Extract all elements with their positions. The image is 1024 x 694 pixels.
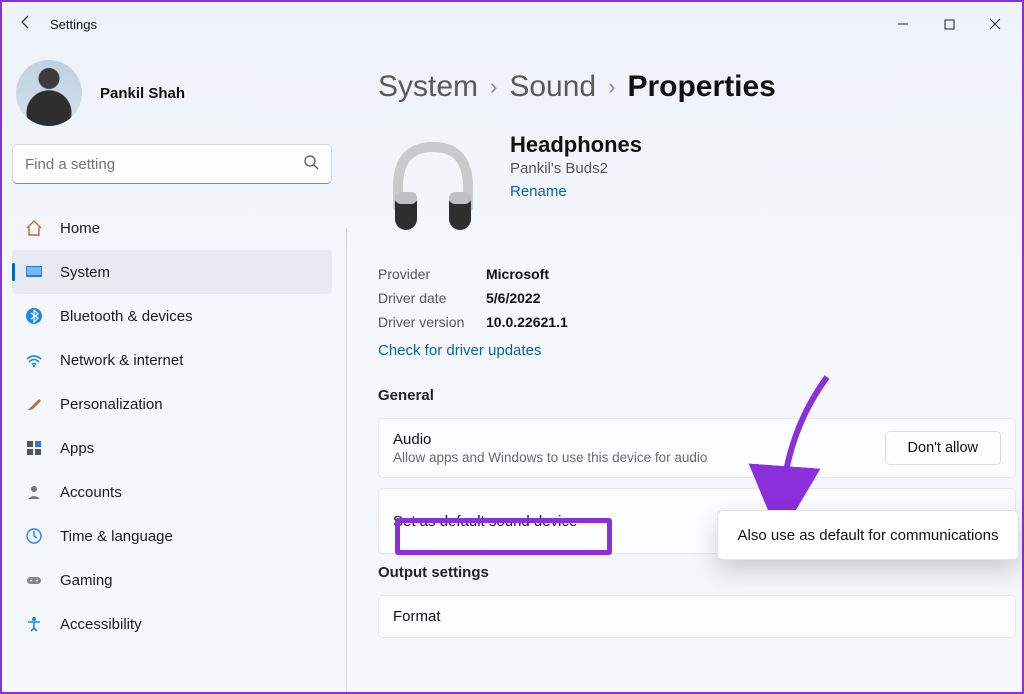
dont-allow-button[interactable]: Don't allow: [885, 431, 1001, 465]
accessibility-icon: [24, 614, 44, 634]
home-icon: [24, 218, 44, 238]
main-content: System › Sound › Properties Headphones P…: [342, 46, 1022, 692]
close-button[interactable]: [972, 4, 1018, 44]
chevron-right-icon: ›: [608, 74, 615, 100]
audio-card: Audio Allow apps and Windows to use this…: [378, 418, 1016, 478]
breadcrumb-properties: Properties: [627, 70, 775, 104]
search-input[interactable]: [25, 156, 303, 173]
default-communications-option[interactable]: Also use as default for communications: [717, 510, 1019, 560]
flyout-text: Also use as default for communications: [738, 527, 999, 544]
sidebar-item-network[interactable]: Network & internet: [12, 338, 332, 382]
driver-version-label: Driver version: [378, 311, 486, 335]
bluetooth-icon: [24, 306, 44, 326]
breadcrumb: System › Sound › Properties: [378, 70, 1016, 104]
avatar: [16, 60, 82, 126]
titlebar: Settings: [2, 2, 1022, 46]
system-icon: [24, 262, 44, 282]
provider-value: Microsoft: [486, 263, 549, 287]
nav: Home System Bluetooth & devices Network …: [12, 206, 332, 646]
default-device-title: Set as default sound device: [393, 513, 577, 530]
search-box[interactable]: [12, 144, 332, 184]
sidebar-item-time-language[interactable]: Time & language: [12, 514, 332, 558]
audio-subtitle: Allow apps and Windows to use this devic…: [393, 450, 707, 465]
sidebar-item-apps[interactable]: Apps: [12, 426, 332, 470]
sidebar-item-bluetooth[interactable]: Bluetooth & devices: [12, 294, 332, 338]
window-controls: [880, 4, 1018, 44]
sidebar-item-label: Time & language: [60, 528, 173, 545]
breadcrumb-sound[interactable]: Sound: [509, 70, 596, 104]
user-name: Pankil Shah: [100, 85, 185, 102]
sidebar-item-accounts[interactable]: Accounts: [12, 470, 332, 514]
accounts-icon: [24, 482, 44, 502]
section-general: General: [378, 387, 1016, 404]
sidebar-item-label: Network & internet: [60, 352, 183, 369]
user-profile[interactable]: Pankil Shah: [12, 60, 332, 144]
audio-title: Audio: [393, 431, 707, 448]
rename-link[interactable]: Rename: [510, 183, 567, 200]
back-button[interactable]: [6, 14, 46, 35]
breadcrumb-system[interactable]: System: [378, 70, 478, 104]
device-subtitle: Pankil's Buds2: [510, 160, 642, 177]
sidebar-item-gaming[interactable]: Gaming: [12, 558, 332, 602]
device-meta: ProviderMicrosoft Driver date5/6/2022 Dr…: [378, 263, 1016, 334]
gamepad-icon: [24, 570, 44, 590]
sidebar-item-label: Personalization: [60, 396, 163, 413]
maximize-button[interactable]: [926, 4, 972, 44]
provider-label: Provider: [378, 263, 486, 287]
section-output: Output settings: [378, 564, 1016, 581]
sidebar-item-label: System: [60, 264, 110, 281]
driver-version-value: 10.0.22621.1: [486, 311, 568, 335]
sidebar-item-personalization[interactable]: Personalization: [12, 382, 332, 426]
sidebar-item-label: Bluetooth & devices: [60, 308, 193, 325]
sidebar-item-label: Home: [60, 220, 100, 237]
apps-icon: [24, 438, 44, 458]
sidebar-divider: [346, 228, 347, 692]
clock-globe-icon: [24, 526, 44, 546]
sidebar: Pankil Shah Home System Bluetooth & devi…: [2, 46, 342, 692]
sidebar-item-label: Accounts: [60, 484, 122, 501]
paintbrush-icon: [24, 394, 44, 414]
format-title: Format: [393, 608, 441, 625]
check-driver-updates-link[interactable]: Check for driver updates: [378, 342, 541, 359]
sidebar-item-accessibility[interactable]: Accessibility: [12, 602, 332, 646]
driver-date-value: 5/6/2022: [486, 287, 541, 311]
search-icon: [303, 154, 319, 175]
device-title: Headphones: [510, 132, 642, 158]
device-header: Headphones Pankil's Buds2 Rename: [378, 132, 1016, 247]
app-title: Settings: [50, 17, 97, 32]
format-card[interactable]: Format: [378, 595, 1016, 638]
sidebar-item-home[interactable]: Home: [12, 206, 332, 250]
driver-date-label: Driver date: [378, 287, 486, 311]
sidebar-item-label: Gaming: [60, 572, 113, 589]
minimize-button[interactable]: [880, 4, 926, 44]
chevron-right-icon: ›: [490, 74, 497, 100]
sidebar-item-system[interactable]: System: [12, 250, 332, 294]
wifi-icon: [24, 350, 44, 370]
headphones-icon: [378, 132, 488, 247]
sidebar-item-label: Apps: [60, 440, 94, 457]
sidebar-item-label: Accessibility: [60, 616, 142, 633]
